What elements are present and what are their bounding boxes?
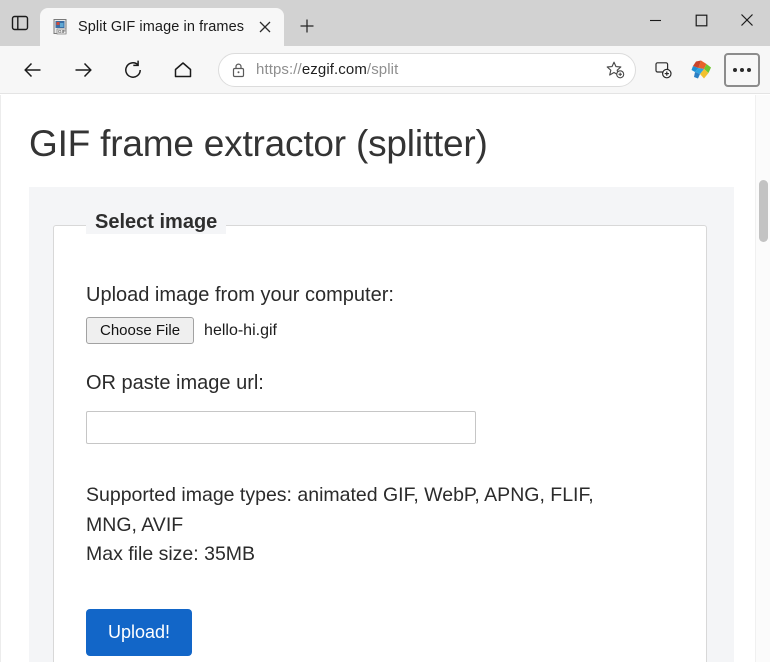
add-favorite-icon[interactable] [601, 56, 629, 84]
url-text: https://ezgif.com/split [256, 61, 399, 78]
scrollbar-thumb[interactable] [759, 180, 768, 242]
close-button[interactable] [724, 0, 770, 40]
lock-icon [231, 62, 246, 78]
new-tab-button[interactable] [290, 9, 324, 43]
back-icon[interactable] [14, 51, 52, 89]
supported-types-line1: Supported image types: animated GIF, Web… [86, 484, 594, 506]
url-label: OR paste image url: [86, 372, 264, 394]
browser-tab[interactable]: GIF Split GIF image in frames [40, 8, 285, 46]
gif-file-icon: GIF [52, 18, 70, 36]
close-icon[interactable] [252, 14, 278, 40]
tab-strip: GIF Split GIF image in frames [0, 0, 770, 46]
home-icon[interactable] [164, 51, 202, 89]
page-viewport: GIF frame extractor (splitter) Select im… [0, 95, 770, 662]
fieldset-legend: Select image [86, 211, 227, 234]
tab-title: Split GIF image in frames [78, 19, 245, 35]
web-page: GIF frame extractor (splitter) Select im… [0, 95, 755, 662]
minimize-button[interactable] [632, 0, 678, 40]
upload-label: Upload image from your computer: [86, 284, 394, 306]
maximize-button[interactable] [678, 0, 724, 40]
ellipsis-glyph [733, 67, 751, 72]
more-options-icon[interactable] [724, 52, 760, 87]
address-bar[interactable]: https://ezgif.com/split [218, 52, 636, 87]
form-panel: Select image Upload image from your comp… [29, 187, 734, 662]
file-input-row[interactable]: Choose File hello-hi.gif [86, 317, 676, 344]
supported-types-line2: MNG, AVIF [86, 513, 184, 536]
select-image-fieldset: Select image Upload image from your comp… [53, 211, 707, 662]
extension-icon[interactable] [686, 55, 716, 85]
vertical-scrollbar[interactable] [755, 95, 770, 662]
page-title: GIF frame extractor (splitter) [29, 123, 488, 164]
supported-types-text: Supported image types: animated GIF, Web… [86, 482, 646, 569]
forward-icon[interactable] [64, 51, 102, 89]
image-url-input[interactable] [86, 411, 476, 444]
choose-file-button[interactable]: Choose File [86, 317, 195, 344]
browser-window: GIF Split GIF image in frames https://ez… [0, 0, 770, 662]
max-file-size-text: Max file size: 35MB [86, 543, 256, 566]
refresh-icon[interactable] [114, 51, 152, 89]
window-controls [632, 0, 770, 46]
tab-actions-icon[interactable] [0, 0, 40, 46]
browser-toolbar: https://ezgif.com/split [0, 46, 770, 94]
upload-button[interactable]: Upload! [86, 609, 193, 657]
selected-file-name: hello-hi.gif [204, 321, 277, 339]
svg-text:GIF: GIF [58, 29, 66, 34]
collections-icon[interactable] [648, 55, 678, 85]
